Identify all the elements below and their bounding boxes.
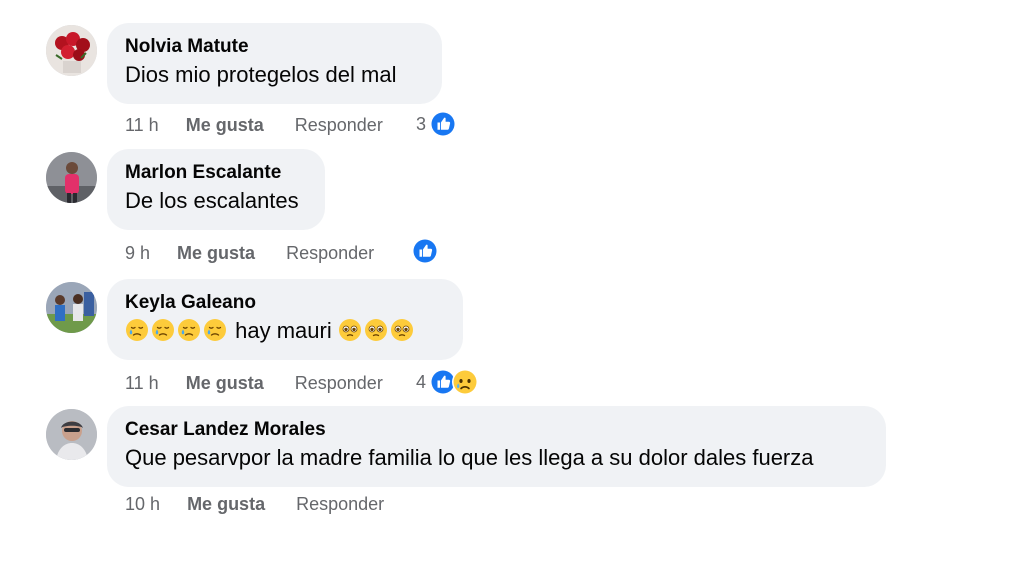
avatar[interactable] xyxy=(46,152,97,203)
comment-text: De los escalantes xyxy=(125,188,299,213)
comment-actions: 11 h Me gusta Responder xyxy=(125,370,383,394)
pleading-face-emoji xyxy=(390,318,414,342)
reaction-summary[interactable]: 4 xyxy=(416,367,479,397)
crying-face-emoji xyxy=(151,318,175,342)
reply-button[interactable]: Responder xyxy=(295,113,383,137)
avatar-roses-image xyxy=(46,25,97,76)
sad-reaction-icon xyxy=(451,368,479,396)
like-button[interactable]: Me gusta xyxy=(186,113,264,137)
reply-button[interactable]: Responder xyxy=(295,371,383,395)
comment-actions: 11 h Me gusta Responder xyxy=(125,112,383,136)
reaction-summary[interactable]: 3 xyxy=(416,109,457,139)
avatar-group-image xyxy=(46,282,97,333)
comment-text: hay mauri xyxy=(125,316,445,346)
comment-text: Que pesarvpor la madre familia lo que le… xyxy=(125,445,814,470)
comment-actions: 10 h Me gusta Responder xyxy=(125,491,384,515)
reaction-count: 4 xyxy=(416,371,427,392)
comment-author[interactable]: Nolvia Matute xyxy=(125,36,424,58)
avatar[interactable] xyxy=(46,25,97,76)
avatar[interactable] xyxy=(46,282,97,333)
crying-face-emoji xyxy=(177,318,201,342)
like-button[interactable]: Me gusta xyxy=(187,492,265,516)
pleading-face-emoji xyxy=(338,318,362,342)
crying-face-emoji xyxy=(125,318,149,342)
comment-time[interactable]: 11 h xyxy=(125,371,159,395)
avatar-face-image xyxy=(46,409,97,460)
reply-button[interactable]: Responder xyxy=(296,492,384,516)
like-button[interactable]: Me gusta xyxy=(186,371,264,395)
like-icon xyxy=(429,110,457,138)
like-button[interactable]: Me gusta xyxy=(177,241,255,265)
reply-button[interactable]: Responder xyxy=(286,241,374,265)
comment-author[interactable]: Marlon Escalante xyxy=(125,162,307,184)
comment-bubble: Nolvia Matute Dios mio protegelos del ma… xyxy=(107,23,442,104)
comment-text: Dios mio protegelos del mal xyxy=(125,62,397,87)
comment-actions: 9 h Me gusta Responder xyxy=(125,240,374,264)
avatar-person-image xyxy=(46,152,97,203)
comment-time[interactable]: 10 h xyxy=(125,492,160,516)
comment-author[interactable]: Cesar Landez Morales xyxy=(125,419,868,441)
comment-bubble: Keyla Galeano hay mauri xyxy=(107,279,463,360)
reaction-summary[interactable] xyxy=(408,236,439,266)
like-icon xyxy=(411,237,439,265)
comment-time[interactable]: 11 h xyxy=(125,113,159,137)
comment-bubble: Marlon Escalante De los escalantes xyxy=(107,149,325,230)
crying-face-emoji xyxy=(203,318,227,342)
avatar[interactable] xyxy=(46,409,97,460)
comment-author[interactable]: Keyla Galeano xyxy=(125,292,445,314)
pleading-face-emoji xyxy=(364,318,388,342)
reaction-count: 3 xyxy=(416,113,427,134)
comment-bubble: Cesar Landez Morales Que pesarvpor la ma… xyxy=(107,406,886,487)
comment-text-words: hay mauri xyxy=(235,318,332,343)
comment-time[interactable]: 9 h xyxy=(125,241,150,265)
